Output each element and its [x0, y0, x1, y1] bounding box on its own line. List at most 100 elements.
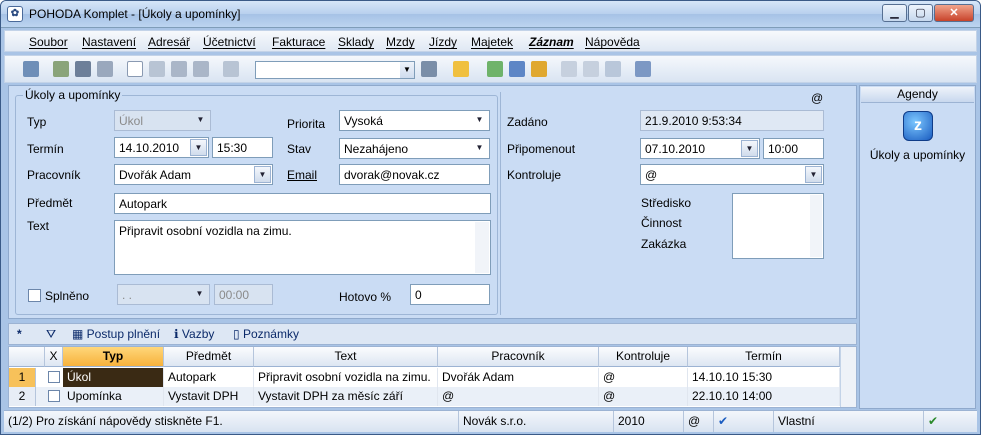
folder-icon[interactable] [453, 61, 469, 77]
tasks-agenda-icon[interactable]: z [903, 111, 933, 141]
chevron-down-icon[interactable]: ▼ [400, 62, 414, 78]
kontroluje-label: Kontroluje [507, 168, 562, 182]
calendar-dropdown-icon[interactable]: ▼ [741, 140, 758, 157]
title-bar[interactable]: ✿ POHODA Komplet - [Úkoly a upomínky] ▁ … [1, 1, 980, 28]
cell-predmet[interactable]: Autopark [164, 368, 254, 387]
cell-pracovnik[interactable]: Dvořák Adam [438, 368, 599, 387]
cell-kontroluje[interactable]: @ [599, 368, 688, 387]
menu-ucetnictvi[interactable]: Účetnictví [203, 35, 256, 49]
cell-kontroluje[interactable]: @ [599, 387, 688, 406]
quick-search-combo[interactable]: ▼ [255, 61, 415, 79]
pohoda-app-icon[interactable]: ✿ [7, 6, 23, 22]
priorita-select[interactable]: Vysoká ▼ [339, 110, 490, 131]
zadano-field: 21.9.2010 9:53:34 [640, 110, 824, 131]
tab-postup-plneni[interactable]: ▦ Postup plnění [72, 327, 160, 341]
chevron-down-icon[interactable]: ▼ [254, 166, 271, 183]
row-checkbox[interactable] [48, 390, 60, 402]
predmet-input[interactable]: Autopark [114, 193, 491, 214]
coins-icon[interactable] [531, 61, 547, 77]
cell-predmet[interactable]: Vystavit DPH [164, 387, 254, 406]
menu-jizdy[interactable]: Jízdy [429, 35, 457, 49]
col-header-termin[interactable]: Termín [688, 347, 840, 367]
maximize-button[interactable]: ▢ [908, 4, 933, 22]
email-input[interactable]: dvorak@novak.cz [339, 164, 490, 185]
menu-fakturace[interactable]: Fakturace [272, 35, 325, 49]
calendar-icon[interactable] [509, 61, 525, 77]
menu-soubor[interactable]: Soubor [29, 35, 68, 49]
cell-termin[interactable]: 22.10.10 14:00 [688, 387, 840, 406]
col-header-x[interactable]: X [45, 347, 63, 367]
cell-pracovnik[interactable]: @ [438, 387, 599, 406]
cell-typ[interactable]: Úkol [63, 368, 164, 387]
pripomenout-time-field[interactable]: 10:00 [763, 138, 824, 159]
row-number[interactable]: 1 [9, 368, 36, 387]
termin-time-field[interactable]: 15:30 [212, 137, 273, 158]
report-icon[interactable] [605, 61, 621, 77]
print-icon[interactable] [75, 61, 91, 77]
save-icon[interactable] [171, 61, 187, 77]
menu-bar: Soubor Nastavení Adresář Účetnictví Fakt… [4, 30, 977, 52]
pracovnik-select[interactable]: Dvořák Adam ▼ [114, 164, 273, 185]
tab-poznamky[interactable]: ▯ Poznámky [233, 327, 299, 341]
tab-postup-plneni-label: Postup plnění [86, 327, 161, 341]
stav-select[interactable]: Nezahájeno ▼ [339, 138, 490, 159]
edit-icon[interactable] [149, 61, 165, 77]
col-header-pracovnik[interactable]: Pracovník [438, 347, 599, 367]
tab-all[interactable]: * [17, 327, 22, 341]
chevron-down-icon[interactable]: ▼ [805, 166, 822, 183]
text-textarea[interactable]: Připravit osobní vozidla na zimu. [114, 220, 491, 275]
col-header-text[interactable]: Text [254, 347, 438, 367]
tab-vazby[interactable]: ℹ Vazby [174, 327, 214, 341]
menu-mzdy[interactable]: Mzdy [386, 35, 415, 49]
tag-icon[interactable] [487, 61, 503, 77]
textarea-scrollbar[interactable] [475, 222, 489, 273]
new-record-icon[interactable] [127, 61, 143, 77]
exit-icon[interactable] [23, 61, 39, 77]
menu-zaznam[interactable]: Záznam [529, 35, 574, 49]
form-view-icon[interactable] [583, 61, 599, 77]
save-copy-icon[interactable] [193, 61, 209, 77]
menu-nastaveni[interactable]: Nastavení [82, 35, 136, 49]
menu-majetek[interactable]: Majetek [471, 35, 513, 49]
export-icon[interactable] [53, 61, 69, 77]
help-pointer-icon[interactable] [635, 61, 651, 77]
kontroluje-select[interactable]: @ ▼ [640, 164, 824, 185]
close-button[interactable]: ✕ [934, 4, 974, 22]
text-value: Připravit osobní vozidla na zimu. [119, 224, 292, 238]
chevron-down-icon[interactable]: ▼ [471, 112, 488, 129]
menu-adresar[interactable]: Adresář [148, 35, 190, 49]
menu-sklady[interactable]: Sklady [338, 35, 374, 49]
print-preview-icon[interactable] [97, 61, 113, 77]
filter-icon[interactable] [421, 61, 437, 77]
cell-termin[interactable]: 14.10.10 15:30 [688, 368, 840, 387]
cell-typ[interactable]: Upomínka [63, 387, 164, 406]
hotovo-input[interactable]: 0 [410, 284, 490, 305]
list-scrollbar[interactable] [810, 195, 822, 257]
cell-text[interactable]: Vystavit DPH za měsíc září [254, 387, 438, 406]
table-row[interactable]: 2 Upomínka Vystavit DPH Vystavit DPH za … [9, 387, 841, 406]
filter-icon[interactable]: ⛛ [46, 327, 56, 342]
col-header-predmet[interactable]: Předmět [164, 347, 254, 367]
kontroluje-value: @ [645, 168, 658, 182]
table-row[interactable]: 1 Úkol Autopark Připravit osobní vozidla… [9, 368, 841, 387]
col-header-typ[interactable]: Typ [63, 347, 164, 367]
menu-napoveda[interactable]: Nápověda [585, 35, 640, 49]
col-header-kontroluje[interactable]: Kontroluje [599, 347, 688, 367]
minimize-button[interactable]: ▁ [882, 4, 907, 22]
grid-scrollbar[interactable] [840, 347, 856, 407]
agenda-item-label[interactable]: Úkoly a upomínky [860, 148, 975, 162]
chevron-down-icon[interactable]: ▼ [471, 140, 488, 157]
cell-text[interactable]: Připravit osobní vozidla na zimu. [254, 368, 438, 387]
list-view-icon[interactable] [561, 61, 577, 77]
copy-icon[interactable] [223, 61, 239, 77]
termin-date-field[interactable]: 14.10.2010 ▼ [114, 137, 209, 158]
row-checkbox[interactable] [48, 371, 60, 383]
stredisko-cinnost-zakazka-box[interactable] [732, 193, 824, 259]
splneno-checkbox[interactable] [28, 289, 41, 302]
email-link[interactable]: Email [287, 168, 317, 182]
at-sign-label: @ [811, 91, 824, 105]
row-number[interactable]: 2 [9, 387, 36, 406]
pripomenout-date-field[interactable]: 07.10.2010 ▼ [640, 138, 760, 159]
calendar-dropdown-icon[interactable]: ▼ [190, 139, 207, 156]
status-at: @ [684, 411, 714, 432]
